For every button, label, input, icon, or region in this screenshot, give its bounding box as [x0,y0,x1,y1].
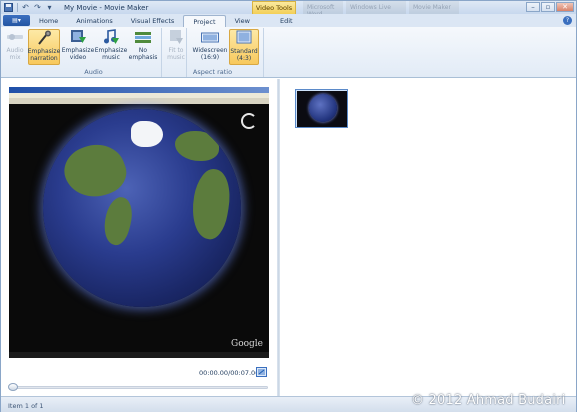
music-note-icon [102,29,120,45]
save-icon[interactable] [3,3,14,13]
minimize-icon[interactable]: – [526,2,540,12]
background-window-tab: Movie Maker [409,1,459,14]
customize-icon[interactable]: ▾ [44,3,55,13]
title-bar: ↶ ↷ ▾ My Movie - Movie Maker Microsoft W… [1,1,576,18]
ribbon: Audio mix Emphasize narration Emphasize … [1,27,576,78]
undo-icon[interactable]: ↶ [20,3,31,13]
emphasize-music-label-2: music [102,54,120,61]
no-emphasis-label: No [138,47,148,54]
background-window-tab: Windows Live [346,1,406,14]
tab-visual-effects[interactable]: Visual Effects [122,15,184,27]
loading-ring-icon [241,113,257,129]
no-emphasis-icon [134,29,152,45]
emphasize-video-label-2: video [69,54,87,61]
seek-bar[interactable] [10,386,268,389]
greenland-ice [131,121,163,147]
widescreen-icon [201,29,219,45]
preview-pane: Google 00:00.00/00:07.00 ◀❙ ▶ ❙▶ [1,79,277,411]
audio-mix-button[interactable]: Audio mix [4,29,26,65]
emphasize-narration-button[interactable]: Emphasize narration [28,29,60,65]
video-frame-toolbar [9,98,269,104]
menu-lines-icon: ▤▾ [12,17,21,24]
restore-icon[interactable]: ▫ [541,2,555,12]
landmass-north-america [57,136,133,206]
fit-to-music-label-2: music [167,54,185,61]
status-item-count: Item 1 of 1 [8,402,44,410]
fit-to-music-icon [167,29,185,45]
standard-ratio-label-2: (4:3) [236,55,252,62]
tab-home[interactable]: Home [30,15,67,27]
widescreen-button[interactable]: Widescreen (16:9) [192,29,228,65]
audio-mix-icon [6,29,24,45]
emphasize-video-label: Emphasize [61,47,95,54]
no-emphasis-button[interactable]: No emphasis [128,29,158,65]
caption-buttons: – ▫ ✕ [525,2,574,12]
ribbon-tab-row: ▤▾ Home Animations Visual Effects Projec… [1,14,576,27]
time-display: 00:00.00/00:07.00 [199,369,260,377]
fullscreen-preview-icon[interactable] [256,367,267,377]
standard-ratio-button[interactable]: Standard (4:3) [229,29,259,65]
preview-monitor[interactable]: Google [9,87,269,358]
landmass-south-america [99,194,137,248]
landmass-europe [175,131,219,161]
copyright-watermark: © 2012 Ahmad Budairi [411,393,566,408]
earth-globe-image [43,109,241,307]
tab-view[interactable]: View [226,15,259,27]
help-icon[interactable]: ? [563,16,572,25]
tab-animations[interactable]: Animations [67,15,122,27]
audio-mix-label: Audio [6,47,24,54]
tab-project[interactable]: Project [183,15,226,27]
google-logo: Google [231,339,263,349]
microphone-icon [35,30,53,46]
aspect-ratio-group-label: Aspect ratio [192,68,233,76]
audio-mix-label-2: mix [9,54,21,61]
storyboard-pane [280,79,576,396]
emphasize-music-label: Emphasize [94,47,128,54]
widescreen-label-2: (16:9) [200,54,220,61]
close-icon[interactable]: ✕ [556,2,574,12]
emphasize-music-button[interactable]: Emphasize music [95,29,127,65]
application-menu-button[interactable]: ▤▾ [3,15,30,26]
video-frame-statusbar [9,352,269,358]
tab-edit[interactable]: Edit [271,15,302,27]
film-icon [69,29,87,45]
emphasize-narration-label: Emphasize [27,48,61,55]
audio-group-label: Audio [84,68,103,76]
background-window-tab: Microsoft Word [303,1,343,18]
window-title: My Movie - Movie Maker [64,3,149,12]
quick-access-toolbar: ↶ ↷ ▾ [1,1,56,14]
movie-maker-window: ↶ ↷ ▾ My Movie - Movie Maker Microsoft W… [0,0,577,412]
clip-selection-highlight [296,90,347,127]
fit-to-music-label: Fit to [168,47,184,54]
context-tab-group-label: Video Tools [252,1,296,14]
ribbon-group-audio: Audio mix Emphasize narration Emphasize … [1,28,187,77]
emphasize-narration-label-2: narration [30,55,58,62]
ribbon-group-aspect-ratio: Fit to music Widescreen (16:9) Standard … [161,28,264,77]
redo-icon[interactable]: ↷ [32,3,43,13]
fit-to-music-button[interactable]: Fit to music [165,29,187,65]
emphasize-video-button[interactable]: Emphasize video [62,29,94,65]
standard-ratio-icon [235,30,253,46]
widescreen-label: Widescreen [192,47,228,54]
standard-ratio-label: Standard [230,48,258,55]
landmass-africa [187,166,235,242]
quick-access-separator [17,3,18,12]
no-emphasis-label-2: emphasis [128,54,158,61]
seek-thumb[interactable] [8,383,18,391]
storyboard-clip-thumbnail[interactable] [295,89,348,128]
